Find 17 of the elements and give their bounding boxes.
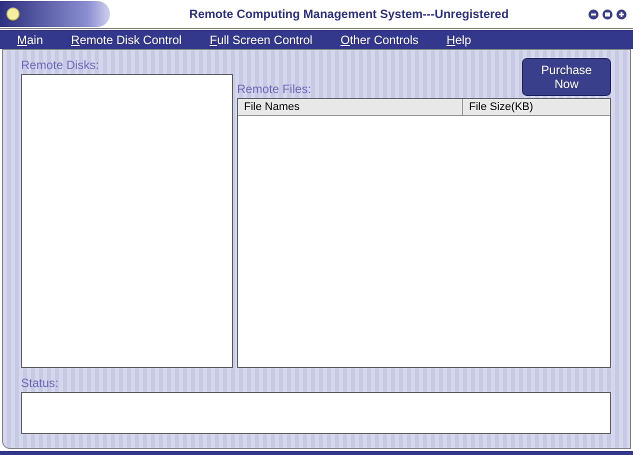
column-header[interactable]: File Names bbox=[238, 99, 463, 116]
remote-files-list[interactable]: File Names File Size(KB) bbox=[237, 98, 611, 368]
remote-disks-label: Remote Disks: bbox=[21, 58, 100, 72]
restore-icon[interactable] bbox=[602, 8, 613, 20]
remote-files-label: Remote Files: bbox=[237, 82, 312, 96]
column-header[interactable]: File Size(KB) bbox=[463, 99, 610, 116]
menu-item[interactable]: Main bbox=[17, 32, 44, 47]
menu-item[interactable]: Help bbox=[446, 32, 472, 47]
minimize-icon[interactable] bbox=[588, 8, 599, 20]
window-title: Remote Computing Management System---Unregistered bbox=[188, 7, 510, 22]
close-icon[interactable] bbox=[616, 8, 627, 20]
status-label: Status: bbox=[21, 376, 60, 390]
menu-item[interactable]: Full Screen Control bbox=[210, 32, 312, 47]
menu-item[interactable]: Remote Disk Control bbox=[71, 32, 182, 47]
purchase-now-button[interactable]: Purchase Now bbox=[522, 58, 611, 96]
menu-item[interactable]: Other Controls bbox=[340, 32, 419, 47]
light-icon bbox=[6, 7, 20, 22]
